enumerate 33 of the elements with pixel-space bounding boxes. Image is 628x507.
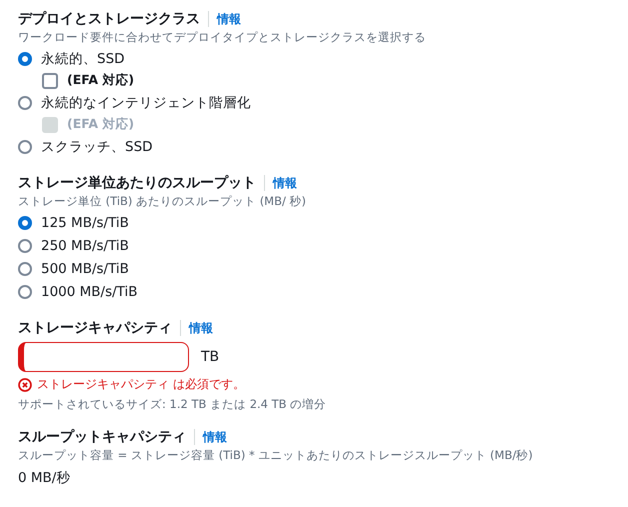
section-description: ストレージ単位 (TiB) あたりのスループット (MB/ 秒) (18, 193, 306, 209)
checkbox[interactable] (42, 72, 58, 88)
unit-label: TB (201, 349, 220, 365)
section-description: スループット容量 = ストレージ容量 (TiB) * ユニットあたりのストレージスループット (MB/秒) (18, 447, 533, 463)
radio-button[interactable] (18, 262, 32, 276)
section-title: スループットキャパシティ (18, 428, 186, 446)
option-label[interactable]: スクラッチ、SSD (41, 138, 153, 156)
checkbox-label[interactable]: (EFA 対応) (67, 72, 134, 89)
option-label[interactable]: 1000 MB/s/TiB (41, 284, 138, 300)
radio-button[interactable] (18, 52, 32, 66)
section-description: ワークロード要件に合わせてデプロイタイプとストレージクラスを選択する (18, 29, 426, 45)
section-title: ストレージ単位あたりのスループット (18, 174, 256, 192)
option-label[interactable]: 永続的、SSD (41, 50, 125, 68)
radio-button[interactable] (18, 284, 32, 298)
radio-button[interactable] (18, 238, 32, 252)
error-message: ストレージキャパシティ は必須です。 (37, 376, 245, 393)
option-label[interactable]: 永続的なインテリジェント階層化 (41, 94, 251, 112)
section-title: ストレージキャパシティ (18, 319, 172, 337)
info-link[interactable]: 情報 (273, 174, 297, 192)
radio-button[interactable] (18, 96, 32, 110)
radio-button[interactable] (18, 216, 32, 230)
option-label[interactable]: 250 MB/s/TiB (41, 238, 129, 254)
capacity-input[interactable] (18, 342, 189, 372)
computed-value: 0 MB/秒 (18, 469, 70, 487)
section-title: デプロイとストレージクラス (18, 10, 200, 28)
radio-button[interactable] (18, 140, 32, 154)
error-icon (18, 378, 32, 392)
option-label[interactable]: 500 MB/s/TiB (41, 260, 129, 276)
constraint-text: サポートされているサイズ: 1.2 TB または 2.4 TB の増分 (18, 396, 326, 412)
info-link[interactable]: 情報 (217, 10, 241, 28)
info-link[interactable]: 情報 (203, 428, 227, 446)
option-label[interactable]: 125 MB/s/TiB (41, 214, 129, 230)
info-link[interactable]: 情報 (189, 320, 213, 336)
